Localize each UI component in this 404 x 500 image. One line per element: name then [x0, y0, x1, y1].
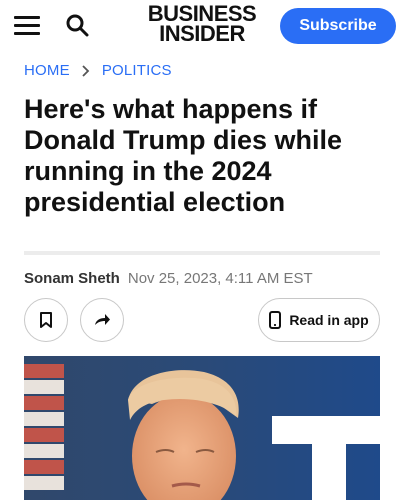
- share-icon: [95, 314, 110, 325]
- byline: Sonam Sheth Nov 25, 2023, 4:11 AM EST: [24, 270, 313, 287]
- hero-image[interactable]: [24, 356, 380, 500]
- breadcrumb: HOME POLITICS: [24, 62, 172, 79]
- share-button[interactable]: [80, 298, 124, 342]
- read-in-app-button[interactable]: Read in app: [258, 298, 380, 342]
- read-in-app-label: Read in app: [289, 312, 369, 328]
- publish-date: Nov 25, 2023, 4:11 AM EST: [127, 270, 313, 287]
- hero-photo: [24, 356, 380, 500]
- bookmark-icon: [40, 312, 52, 328]
- hamburger-icon[interactable]: [14, 14, 40, 36]
- phone-icon: [269, 311, 282, 329]
- title-divider: [24, 251, 380, 255]
- breadcrumb-home[interactable]: HOME: [24, 62, 70, 79]
- article-title: Here's what happens if Donald Trump dies…: [24, 94, 343, 217]
- site-logo[interactable]: BUSINESS INSIDER: [136, 3, 268, 46]
- logo-line-2: INSIDER: [159, 21, 245, 46]
- bookmark-button[interactable]: [24, 298, 68, 342]
- site-header: BUSINESS INSIDER Subscribe: [0, 0, 404, 50]
- chevron-right-icon: [82, 64, 90, 77]
- subscribe-button[interactable]: Subscribe: [280, 8, 396, 44]
- author-name[interactable]: Sonam Sheth: [24, 270, 120, 287]
- breadcrumb-politics[interactable]: POLITICS: [102, 62, 172, 79]
- search-icon[interactable]: [64, 12, 90, 38]
